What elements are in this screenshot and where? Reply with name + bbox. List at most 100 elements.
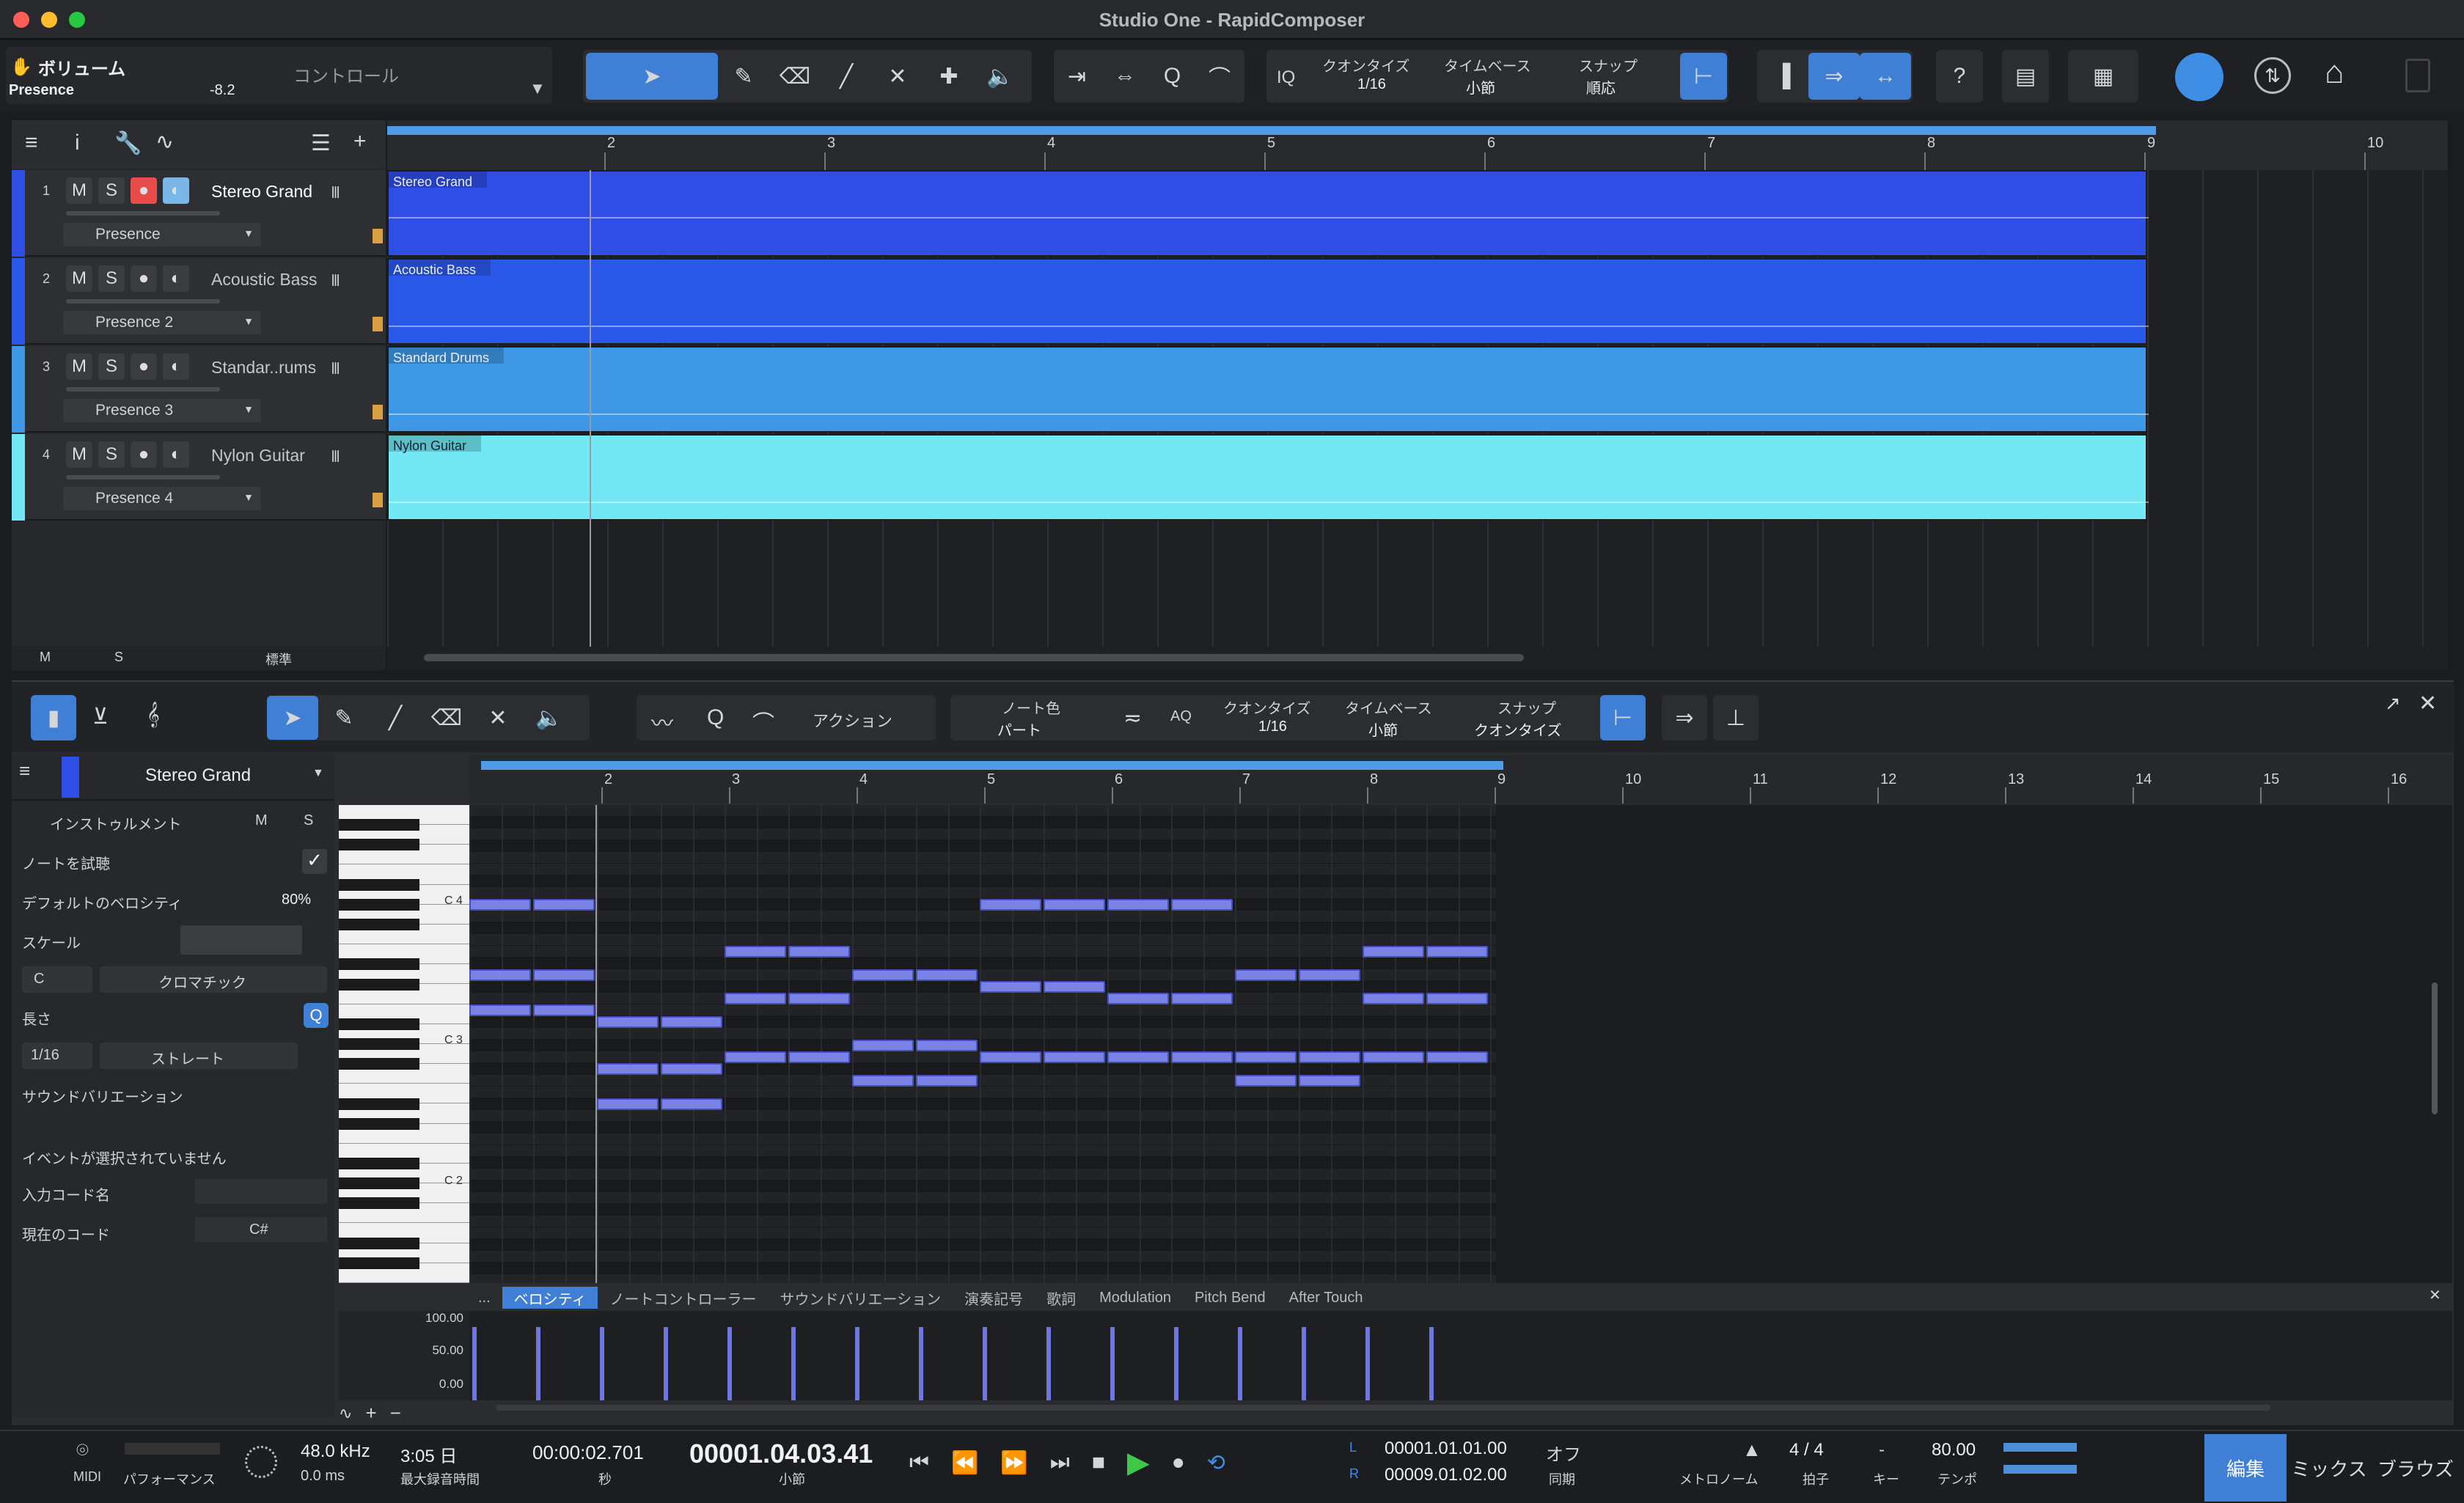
midi-note[interactable] — [533, 969, 595, 981]
lane-tab[interactable]: ベロシティ — [502, 1287, 598, 1309]
lane-tab[interactable]: サウンドバリエーション — [768, 1287, 953, 1309]
editor-timebase-value[interactable]: 小節 — [1368, 719, 1398, 740]
midi-note[interactable] — [916, 1075, 978, 1087]
instrument-solo[interactable]: S — [304, 812, 313, 829]
forward-icon[interactable]: ⏩ — [1000, 1450, 1027, 1476]
editor-hscroll[interactable] — [496, 1405, 2270, 1411]
velocity-bar[interactable] — [727, 1327, 732, 1400]
track-monitor-button[interactable]: ◐ — [163, 265, 189, 292]
midi-note[interactable] — [1044, 1051, 1105, 1063]
editor-snap-value[interactable]: クオンタイズ — [1474, 719, 1561, 740]
editor-view-button[interactable]: ▮ — [31, 695, 76, 741]
track-volume-slider[interactable] — [66, 299, 220, 304]
track-preset-select[interactable]: Presence 4 ▼ — [63, 487, 261, 510]
add-track-icon[interactable]: + — [353, 129, 367, 154]
lane-tab[interactable]: 演奏記号 — [953, 1287, 1035, 1309]
chevron-down-icon[interactable]: ▼ — [529, 79, 546, 98]
midi-note[interactable] — [661, 1063, 722, 1075]
piano-black-key[interactable] — [339, 1257, 419, 1269]
midi-note[interactable] — [1299, 1075, 1360, 1087]
instrument-mute[interactable]: M — [255, 812, 268, 829]
midi-note[interactable] — [1426, 946, 1488, 958]
midi-note[interactable] — [725, 946, 786, 958]
track-volume-slider[interactable] — [66, 387, 220, 392]
editor-follow-button[interactable]: ⇒ — [1662, 695, 1707, 741]
velocity-bar[interactable] — [791, 1327, 796, 1400]
track-mute-button[interactable]: M — [66, 177, 92, 204]
editor-playhead[interactable] — [595, 805, 597, 1283]
editor-eraser-button[interactable]: ⌫ — [421, 696, 472, 740]
track-event[interactable]: Nylon Guitar — [387, 434, 2149, 521]
midi-note[interactable] — [788, 1051, 850, 1063]
track-preset-select[interactable]: Presence ▼ — [63, 223, 261, 246]
editor-vscroll[interactable] — [2432, 982, 2438, 1114]
track-header[interactable]: 2 M S ● ◐ Acoustic Bass 𝍫 Presence 2 ▼ — [12, 258, 386, 345]
track-preset-select[interactable]: Presence 3 ▼ — [63, 399, 261, 422]
track-solo-button[interactable]: S — [98, 177, 125, 204]
note-color-value[interactable]: パート — [997, 719, 1041, 740]
midi-note[interactable] — [980, 1051, 1041, 1063]
scale-type-select[interactable]: クロマチック — [100, 966, 327, 993]
default-velocity-value[interactable]: 80% — [282, 892, 311, 908]
track-volume-slider[interactable] — [66, 475, 220, 479]
footer-s[interactable]: S — [114, 650, 123, 665]
time-seconds[interactable]: 00:00:02.701 — [532, 1441, 644, 1464]
lane-tab[interactable]: Modulation — [1088, 1287, 1183, 1309]
loop-range[interactable] — [387, 126, 2156, 135]
track-header[interactable]: 3 M S ● ◐ Standar..rums 𝍫 Presence 3 ▼ — [12, 346, 386, 433]
mix-tab[interactable]: ミックス — [2288, 1434, 2370, 1502]
wrench-icon[interactable]: 🔧 — [114, 131, 142, 156]
quantize-value[interactable]: 1/16 — [1357, 76, 1386, 93]
track-event[interactable]: Acoustic Bass — [387, 258, 2149, 345]
timebase-value[interactable]: 小節 — [1466, 76, 1495, 98]
return-to-start-icon[interactable]: ⏮ — [909, 1450, 929, 1475]
lane-tab[interactable]: Pitch Bend — [1183, 1287, 1277, 1309]
track-record-button[interactable]: ● — [131, 441, 157, 468]
velocity-bar[interactable] — [664, 1327, 668, 1400]
midi-note[interactable] — [788, 993, 850, 1004]
midi-note[interactable] — [1107, 1051, 1169, 1063]
midi-note[interactable] — [1107, 899, 1169, 911]
editor-listen-button[interactable]: 🔈 — [524, 696, 575, 740]
midi-note[interactable] — [916, 1040, 978, 1051]
follow-button[interactable]: ⇒ — [1808, 53, 1860, 100]
editor-pencil-button[interactable]: ✎ — [318, 696, 370, 740]
midi-note[interactable] — [852, 1040, 914, 1051]
piano-black-key[interactable] — [339, 839, 419, 851]
video-button[interactable]: ▤ — [2002, 50, 2049, 103]
velocity-bar[interactable] — [472, 1327, 477, 1400]
footer-m[interactable]: M — [40, 650, 51, 665]
piano-black-key[interactable] — [339, 1177, 419, 1190]
mute-tool-button[interactable]: ✕ — [872, 53, 923, 100]
midi-note[interactable] — [533, 1004, 595, 1016]
midi-note[interactable] — [1044, 899, 1105, 911]
footer-view[interactable]: 標準 — [265, 650, 292, 669]
midi-note[interactable] — [533, 899, 595, 911]
velocity-bar[interactable] — [1365, 1327, 1370, 1400]
midi-note[interactable] — [469, 899, 531, 911]
pencil-tool-button[interactable]: ✎ — [718, 53, 769, 100]
track-solo-button[interactable]: S — [98, 441, 125, 468]
midi-note[interactable] — [1171, 899, 1233, 911]
performance-meter[interactable] — [125, 1443, 220, 1455]
score-icon[interactable]: 𝄞 — [147, 702, 160, 727]
track-solo-button[interactable]: S — [98, 353, 125, 380]
metronome-icon[interactable]: ▲ — [1742, 1438, 1761, 1461]
midi-note[interactable] — [1235, 1075, 1297, 1087]
zoom-follow-button[interactable]: ↔ — [1860, 53, 1911, 100]
midi-note[interactable] — [788, 946, 850, 958]
groove-icon[interactable]: ⌒ — [752, 705, 774, 738]
editor-arrow-button[interactable]: ➤ — [267, 696, 318, 740]
aq-button[interactable]: AQ — [1170, 708, 1192, 725]
list-icon[interactable]: ☰ — [311, 131, 331, 156]
midi-note[interactable] — [725, 993, 786, 1004]
track-event[interactable]: Standard Drums — [387, 346, 2149, 433]
velocity-bar[interactable] — [1238, 1327, 1242, 1400]
midi-note[interactable] — [1363, 1051, 1424, 1063]
midi-icon[interactable]: ⌾ — [76, 1438, 89, 1463]
velocity-bar[interactable] — [1174, 1327, 1178, 1400]
midi-note[interactable] — [1299, 1051, 1360, 1063]
editor-snap-toggle[interactable]: ⊢ — [1600, 695, 1646, 741]
velocity-bar[interactable] — [983, 1327, 987, 1400]
velocity-bar[interactable] — [919, 1327, 923, 1400]
